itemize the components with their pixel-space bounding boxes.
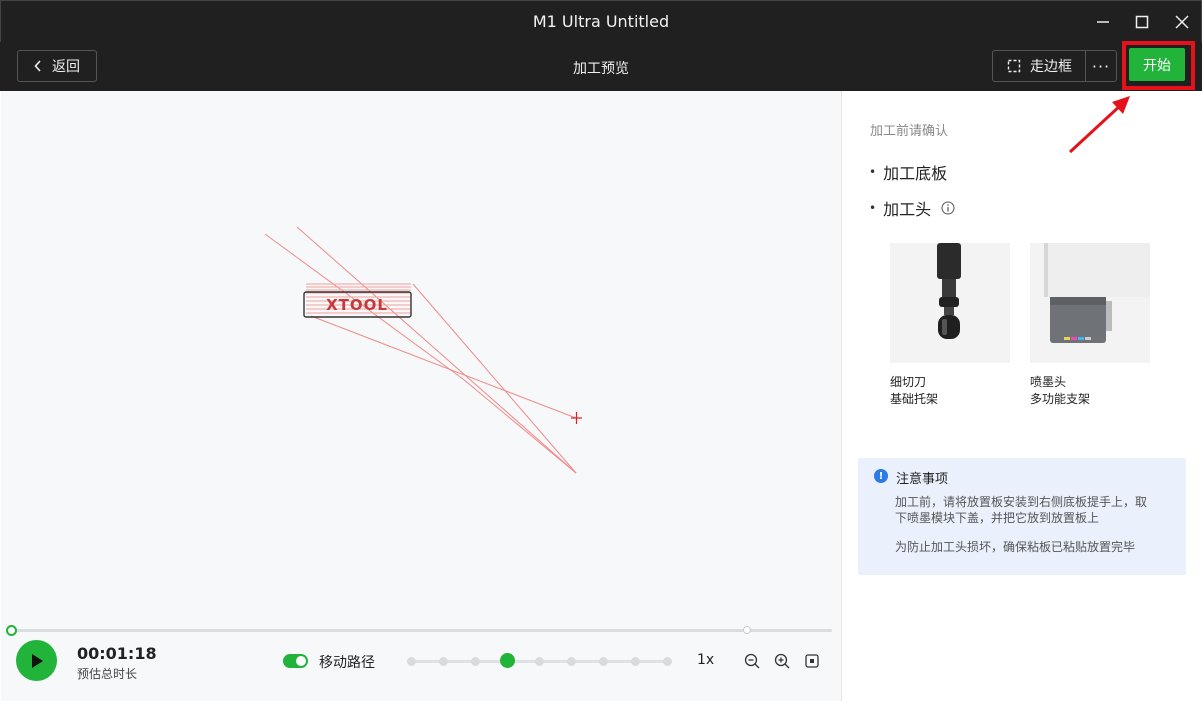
annotation-arrow-icon bbox=[1068, 96, 1130, 154]
move-path-toggle[interactable] bbox=[283, 654, 308, 668]
laser-origin-crosshair bbox=[571, 412, 582, 424]
info-icon[interactable] bbox=[941, 201, 955, 215]
toolbar: 返回 加工预览 走边框 ··· bbox=[0, 42, 1202, 91]
zoom-out-button[interactable] bbox=[743, 652, 761, 670]
progress-end-marker bbox=[743, 626, 751, 634]
xtool-logo: XTOOL bbox=[326, 296, 388, 314]
app-window: M1 Ultra Untitled 返回 加工预览 走边框 ··· 开始 XTO… bbox=[0, 0, 1202, 702]
blade-head-image bbox=[890, 243, 1010, 363]
speed-label: 1x bbox=[697, 652, 715, 668]
close-icon bbox=[1175, 15, 1189, 29]
check-item-baseplate: • 加工底板 bbox=[869, 160, 947, 184]
notice-title: 注意事项 bbox=[896, 472, 949, 487]
check-item-head: • 加工头 bbox=[869, 196, 955, 220]
toggle-knob bbox=[296, 656, 306, 666]
bullet-icon: • bbox=[869, 201, 877, 215]
speed-step-dot[interactable] bbox=[438, 657, 448, 666]
window-title: M1 Ultra Untitled bbox=[532, 12, 670, 31]
speed-slider-handle[interactable] bbox=[499, 653, 515, 668]
toolpath-preview: XTOOL bbox=[264, 226, 582, 474]
speed-step-dot[interactable] bbox=[566, 657, 576, 666]
frame-button[interactable]: 走边框 bbox=[992, 50, 1086, 82]
inkjet-head-name: 喷墨头 bbox=[1030, 375, 1067, 389]
more-icon: ··· bbox=[1091, 56, 1111, 76]
play-icon bbox=[31, 653, 43, 668]
minimize-icon bbox=[1097, 21, 1109, 23]
notice-panel: ! 注意事项 加工前，请将放置板安装到右侧底板提手上，取下喷墨模块下盖，并把它放… bbox=[858, 458, 1186, 575]
notice-line-1: 加工前，请将放置板安装到右侧底板提手上，取下喷墨模块下盖，并把它放到放置板上 bbox=[895, 495, 1148, 525]
speed-step-dot[interactable] bbox=[406, 657, 416, 666]
progress-handle[interactable] bbox=[6, 625, 17, 636]
title-bar: M1 Ultra Untitled bbox=[0, 0, 1202, 42]
speed-step-dot[interactable] bbox=[470, 657, 480, 666]
frame-button-label: 走边框 bbox=[1030, 59, 1072, 75]
close-button[interactable] bbox=[1169, 10, 1195, 34]
blade-head-name: 细切刀 bbox=[890, 375, 927, 389]
zoom-in-button[interactable] bbox=[773, 652, 791, 670]
start-button-label: 开始 bbox=[1143, 57, 1171, 74]
estimated-time-label: 预估总时长 bbox=[77, 667, 138, 681]
back-button-label: 返回 bbox=[52, 59, 80, 75]
check-item-label: 加工底板 bbox=[883, 164, 948, 183]
move-path-label: 移动路径 bbox=[319, 655, 375, 671]
preview-canvas[interactable]: XTOOL 00:01:18 预估总时长 移动路径 1x bbox=[1, 91, 841, 701]
start-button[interactable]: 开始 bbox=[1129, 48, 1185, 81]
chevron-left-icon bbox=[34, 60, 41, 72]
blade-head-desc: 基础托架 bbox=[890, 392, 939, 406]
confirm-title: 加工前请确认 bbox=[870, 124, 949, 139]
back-button[interactable]: 返回 bbox=[17, 50, 97, 82]
notice-line-2: 为防止加工头损坏，确保粘板已粘贴放置完毕 bbox=[895, 540, 1136, 554]
fit-view-button[interactable] bbox=[803, 652, 821, 670]
play-button[interactable] bbox=[16, 640, 57, 681]
maximize-button[interactable] bbox=[1129, 10, 1155, 34]
confirm-sidebar: 加工前请确认 • 加工底板 • 加工头 细切刀 基础托架 喷墨头 多功能支架 !… bbox=[841, 91, 1201, 701]
check-item-label: 加工头 bbox=[883, 200, 932, 219]
move-path-lines bbox=[264, 226, 577, 474]
info-filled-icon: ! bbox=[874, 469, 888, 483]
frame-icon bbox=[1007, 59, 1021, 73]
fit-view-icon bbox=[805, 654, 819, 668]
maximize-icon bbox=[1135, 15, 1149, 29]
speed-step-dot[interactable] bbox=[662, 657, 672, 666]
zoom-out-icon bbox=[744, 653, 760, 669]
inkjet-head-image bbox=[1030, 243, 1150, 363]
zoom-in-icon bbox=[774, 653, 790, 669]
speed-step-dot[interactable] bbox=[534, 657, 544, 666]
estimated-time: 00:01:18 bbox=[77, 644, 157, 663]
speed-step-dot[interactable] bbox=[598, 657, 608, 666]
speed-step-dot[interactable] bbox=[630, 657, 640, 666]
more-button[interactable]: ··· bbox=[1085, 50, 1117, 82]
progress-track[interactable] bbox=[12, 629, 832, 632]
minimize-button[interactable] bbox=[1090, 10, 1116, 34]
inkjet-head-desc: 多功能支架 bbox=[1030, 392, 1091, 406]
bullet-icon: • bbox=[869, 165, 877, 179]
